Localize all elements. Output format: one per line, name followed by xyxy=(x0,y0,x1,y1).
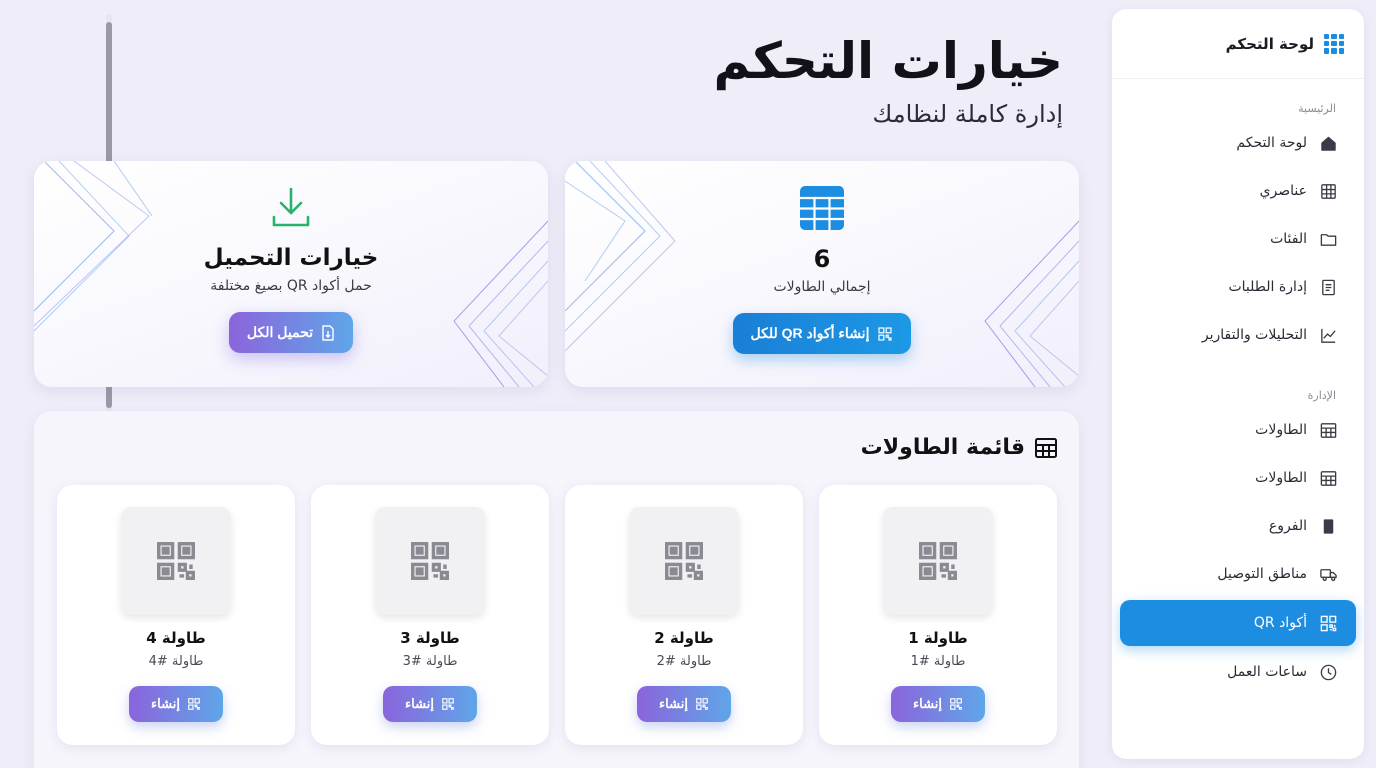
generate-qr-button[interactable]: إنشاء xyxy=(891,686,985,722)
sidebar-section-admin: الإدارة xyxy=(1307,389,1336,402)
sidebar-item-label: مناطق التوصيل xyxy=(1217,566,1307,582)
download-options-title: خيارات التحميل xyxy=(203,245,379,271)
table-name: طاولة 3 xyxy=(400,629,460,647)
tables-list-panel: قائمة الطاولات طاولة 1 طاولة #1 إنشاء طا… xyxy=(34,411,1079,768)
sidebar-item-label: ساعات العمل xyxy=(1227,664,1307,680)
generate-qr-button[interactable]: إنشاء xyxy=(383,686,477,722)
sidebar-item-dashboard[interactable]: لوحة التحكم xyxy=(1120,121,1356,165)
file-icon xyxy=(322,324,334,341)
sidebar-item-label: عناصري xyxy=(1259,183,1307,199)
sidebar-item-analytics[interactable]: التحليلات والتقارير xyxy=(1120,313,1356,357)
sidebar-item-branches[interactable]: الفروع xyxy=(1120,504,1356,548)
qr-icon xyxy=(411,542,449,580)
table-card: طاولة 4 طاولة #4 إنشاء xyxy=(57,485,295,745)
sidebar-section-main: الرئيسية xyxy=(1298,102,1336,115)
download-all-label: تحميل الكل xyxy=(246,324,314,340)
tables-list-header: قائمة الطاولات xyxy=(861,435,1057,460)
truck-icon xyxy=(1320,568,1337,581)
qr-icon xyxy=(442,698,454,710)
download-icon xyxy=(272,187,310,227)
qr-icon xyxy=(919,542,957,580)
page-title: خيارات التحكم xyxy=(713,32,1063,90)
building-icon xyxy=(1323,518,1334,534)
sidebar-item-label: الطاولات xyxy=(1255,422,1307,438)
table-icon xyxy=(1035,437,1057,458)
qr-icon xyxy=(1320,615,1337,631)
sidebar-item-qr-codes[interactable]: أكواد QR xyxy=(1120,600,1356,646)
sidebar-item-working-hours[interactable]: ساعات العمل xyxy=(1120,650,1356,694)
generate-qr-label: إنشاء xyxy=(405,696,434,711)
qr-icon xyxy=(665,542,703,580)
qr-icon xyxy=(157,542,195,580)
qr-icon xyxy=(878,326,893,341)
sidebar-item-tables[interactable]: الطاولات xyxy=(1120,408,1356,452)
generate-qr-button[interactable]: إنشاء xyxy=(129,686,223,722)
sidebar-item-label: الفئات xyxy=(1270,231,1307,247)
receipt-icon xyxy=(1322,279,1335,295)
download-options-card: خيارات التحميل حمل أكواد QR بصيغ مختلفة … xyxy=(34,161,548,387)
table-number: طاولة #2 xyxy=(656,654,712,669)
tables-stats-card: 6 إجمالي الطاولات إنشاء أكواد QR للكل xyxy=(565,161,1079,387)
table-icon xyxy=(1320,422,1337,438)
table-number: طاولة #1 xyxy=(910,654,966,669)
sidebar-item-label: أكواد QR xyxy=(1253,615,1307,631)
qr-placeholder xyxy=(629,507,739,615)
download-options-description: حمل أكواد QR بصيغ مختلفة xyxy=(210,278,372,294)
generate-qr-button[interactable]: إنشاء xyxy=(637,686,731,722)
folder-icon xyxy=(1320,233,1337,246)
total-tables-value: 6 xyxy=(813,245,831,273)
qr-placeholder xyxy=(375,507,485,615)
total-tables-label: إجمالي الطاولات xyxy=(773,279,871,295)
generate-all-qr-label: إنشاء أكواد QR للكل xyxy=(750,325,870,341)
sidebar-item-categories[interactable]: الفئات xyxy=(1120,217,1356,261)
qr-icon xyxy=(188,698,200,710)
generate-qr-label: إنشاء xyxy=(151,696,180,711)
tables-list-title: قائمة الطاولات xyxy=(860,435,1025,460)
table-card: طاولة 3 طاولة #3 إنشاء xyxy=(311,485,549,745)
sidebar-header[interactable]: لوحة التحكم xyxy=(1112,9,1364,79)
sidebar-item-delivery-zones[interactable]: مناطق التوصيل xyxy=(1120,552,1356,596)
sidebar: لوحة التحكم الرئيسية لوحة التحكم عناصري … xyxy=(1112,9,1364,759)
sidebar-item-orders[interactable]: إدارة الطلبات xyxy=(1120,265,1356,309)
qr-icon xyxy=(696,698,708,710)
qr-placeholder xyxy=(883,507,993,615)
table-name: طاولة 2 xyxy=(654,629,714,647)
table-name: طاولة 1 xyxy=(908,629,968,647)
sidebar-item-label: الطاولات xyxy=(1255,470,1307,486)
sidebar-title: لوحة التحكم xyxy=(1225,34,1314,53)
table-grid-icon xyxy=(800,186,844,230)
sidebar-item-label: إدارة الطلبات xyxy=(1228,279,1307,295)
generate-all-qr-button[interactable]: إنشاء أكواد QR للكل xyxy=(732,313,912,354)
chart-icon xyxy=(1321,328,1336,343)
generate-qr-label: إنشاء xyxy=(659,696,688,711)
page-subtitle: إدارة كاملة لنظامك xyxy=(872,100,1064,128)
table-name: طاولة 4 xyxy=(146,629,206,647)
grid-icon xyxy=(1321,183,1336,199)
tables-grid: طاولة 1 طاولة #1 إنشاء طاولة 2 طاولة #2 … xyxy=(55,485,1057,745)
qr-placeholder xyxy=(121,507,231,615)
sidebar-item-tables-2[interactable]: الطاولات xyxy=(1120,456,1356,500)
sidebar-item-my-items[interactable]: عناصري xyxy=(1120,169,1356,213)
sidebar-item-label: التحليلات والتقارير xyxy=(1201,327,1307,343)
table-number: طاولة #4 xyxy=(148,654,204,669)
home-icon xyxy=(1321,136,1336,151)
apps-grid-icon xyxy=(1324,33,1344,54)
sidebar-item-label: الفروع xyxy=(1268,518,1307,534)
sidebar-item-label: لوحة التحكم xyxy=(1236,135,1307,151)
qr-icon xyxy=(950,698,962,710)
clock-icon xyxy=(1320,664,1337,680)
download-all-button[interactable]: تحميل الكل xyxy=(228,312,354,353)
table-icon xyxy=(1320,470,1337,486)
generate-qr-label: إنشاء xyxy=(913,696,942,711)
table-number: طاولة #3 xyxy=(402,654,458,669)
table-card: طاولة 2 طاولة #2 إنشاء xyxy=(565,485,803,745)
table-card: طاولة 1 طاولة #1 إنشاء xyxy=(819,485,1057,745)
